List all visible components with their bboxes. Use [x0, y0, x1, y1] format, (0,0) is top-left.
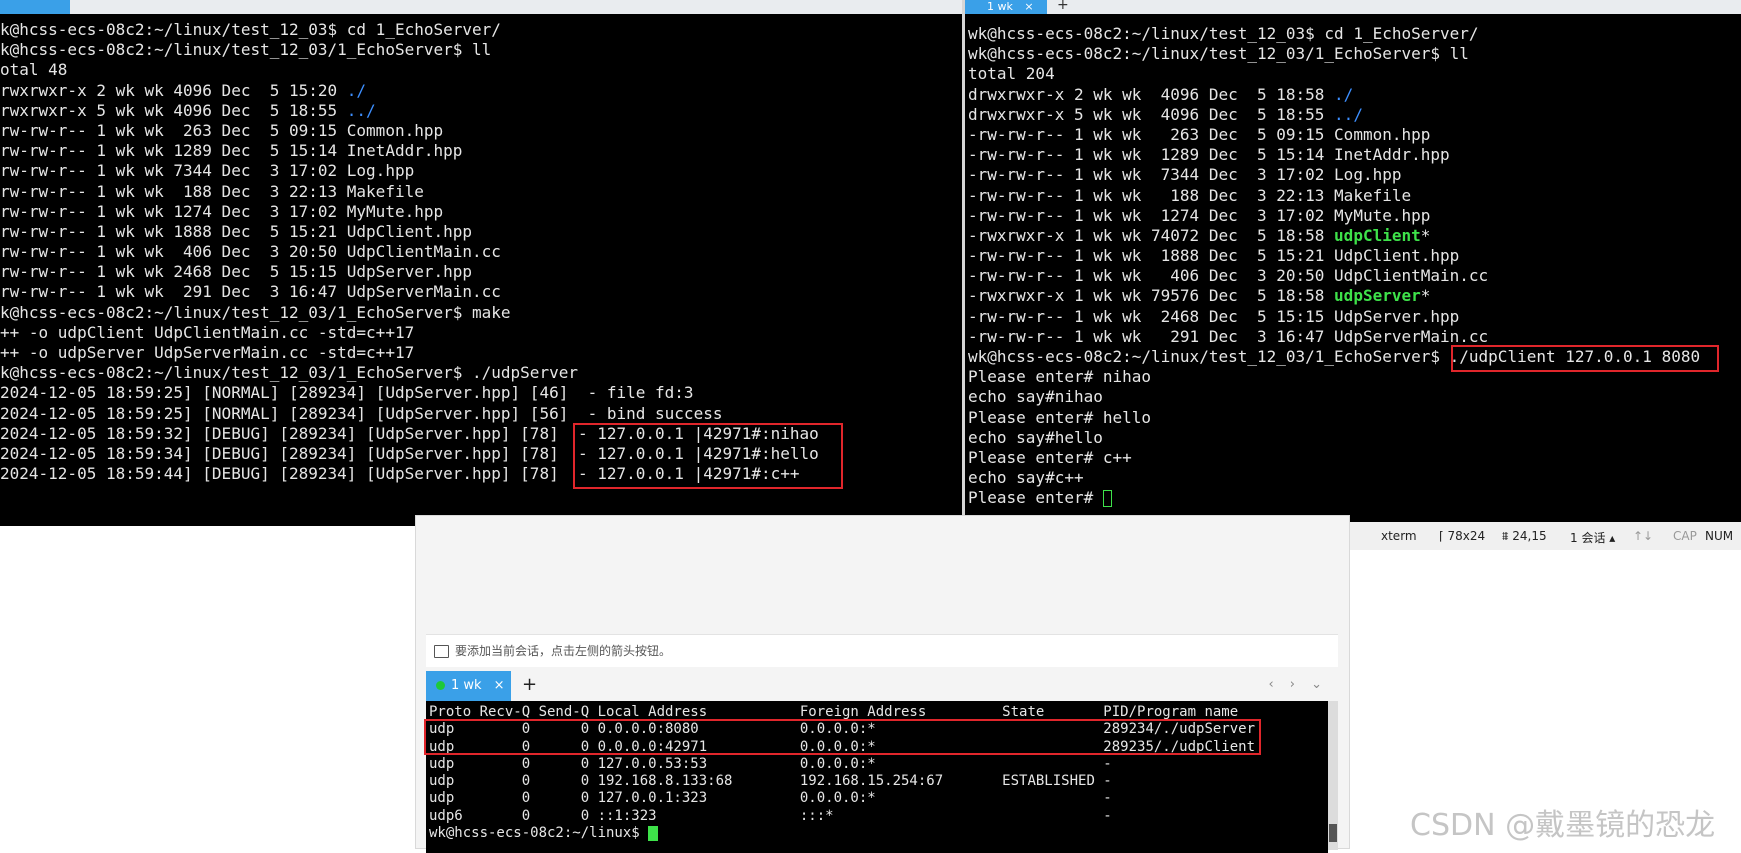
terminal-line: rw-rw-r-- 1 wk wk 1289 Dec 5 15:14 InetA… — [0, 141, 463, 161]
terminal-line: udp 0 0 127.0.0.1:323 0.0.0.0:* - — [429, 790, 1112, 807]
right-terminal[interactable]: wk@hcss-ecs-08c2:~/linux/test_12_03$ cd … — [965, 14, 1741, 530]
terminal-line: -rw-rw-r-- 1 wk wk 406 Dec 3 20:50 UdpCl… — [968, 266, 1489, 286]
terminal-line: echo say#nihao — [968, 387, 1103, 407]
close-icon[interactable]: × — [494, 678, 505, 693]
listing-prefix: rwxrwxr-x 2 wk wk 4096 Dec 5 15:20 — [0, 80, 347, 100]
status-term-type: xterm — [1381, 529, 1417, 543]
tab-nav-icons[interactable]: ‹ › ⌄ — [1268, 677, 1328, 692]
scroll-arrows-icon[interactable]: ↑↓ — [1633, 529, 1653, 543]
lower-tab-label: 1 wk — [451, 678, 482, 693]
prompt: wk@hcss-ecs-08c2:~/linux$ — [429, 825, 649, 842]
terminal-line: -rw-rw-r-- 1 wk wk 263 Dec 5 09:15 Commo… — [968, 124, 1431, 144]
dir-name: ../ — [1334, 104, 1363, 124]
listing-prefix: drwxrwxr-x 2 wk wk 4096 Dec 5 18:58 — [968, 84, 1335, 104]
server-received-highlight — [573, 423, 843, 489]
terminal-line: rw-rw-r-- 1 wk wk 263 Dec 5 09:15 Common… — [0, 120, 444, 140]
terminal-line: ++ -o udpClient UdpClientMain.cc -std=c+… — [0, 322, 415, 342]
terminal-line: k@hcss-ecs-08c2:~/linux/test_12_03/1_Ech… — [0, 40, 492, 60]
terminal-line: wk@hcss-ecs-08c2:~/linux$ — [426, 825, 1328, 842]
terminal-line: 2024-12-05 18:59:25] [NORMAL] [289234] [… — [0, 403, 723, 423]
client-command-highlight — [1451, 345, 1719, 372]
terminal-line: total 204 — [968, 64, 1055, 84]
hint-text: 要添加当前会话，点击左侧的箭头按钮。 — [455, 644, 672, 658]
terminal-line: udp 0 0 127.0.0.53:53 0.0.0.0:* - — [429, 755, 1112, 772]
terminal-line: rwxrwxr-x 2 wk wk 4096 Dec 5 15:20 ./ — [0, 81, 962, 101]
exec-suffix: * — [1420, 225, 1431, 245]
dir-name: ./ — [1334, 84, 1354, 104]
terminal-line: -rwxrwxr-x 1 wk wk 79576 Dec 5 18:58 udp… — [965, 286, 1741, 306]
listing-prefix: rwxrwxr-x 5 wk wk 4096 Dec 5 18:55 — [0, 100, 347, 120]
terminal-line: -rwxrwxr-x 1 wk wk 74072 Dec 5 18:58 udp… — [965, 226, 1741, 246]
terminal-line: -rw-rw-r-- 1 wk wk 1289 Dec 5 15:14 Inet… — [968, 145, 1450, 165]
prompt: wk@hcss-ecs-08c2:~/linux/test_12_03/1_Ec… — [968, 347, 1450, 366]
blank-area — [416, 516, 1349, 626]
lower-session-tab[interactable]: 1 wk × — [426, 671, 511, 701]
terminal-line: rw-rw-r-- 1 wk wk 291 Dec 3 16:47 UdpSer… — [0, 282, 501, 302]
terminal-line: drwxrwxr-x 5 wk wk 4096 Dec 5 18:55 ../ — [965, 105, 1741, 125]
terminal-line: udp 0 0 192.168.8.133:68 192.168.15.254:… — [429, 773, 1112, 790]
terminal-line: k@hcss-ecs-08c2:~/linux/test_12_03$ cd 1… — [0, 20, 501, 39]
scrollbar-thumb[interactable] — [1329, 824, 1337, 842]
right-session-tab-label: 1 wk — [987, 0, 1013, 13]
right-session-tab[interactable]: 1 wk × — [965, 0, 1047, 14]
listing-prefix: -rwxrwxr-x 1 wk wk 74072 Dec 5 18:58 — [968, 225, 1335, 245]
left-window-tabstrip — [0, 0, 962, 14]
lower-tabstrip: 1 wk × + ‹ › ⌄ — [426, 671, 1338, 701]
terminal-line: k@hcss-ecs-08c2:~/linux/test_12_03/1_Ech… — [0, 302, 511, 322]
session-hint-bar: 要添加当前会话，点击左侧的箭头按钮。 — [426, 634, 1338, 667]
terminal-line: -rw-rw-r-- 1 wk wk 291 Dec 3 16:47 UdpSe… — [968, 326, 1489, 346]
terminal-line: drwxrwxr-x 2 wk wk 4096 Dec 5 18:58 ./ — [965, 85, 1741, 105]
terminal-line: udp6 0 0 ::1:323 :::* - — [429, 807, 1112, 824]
terminal-line: wk@hcss-ecs-08c2:~/linux/test_12_03$ cd … — [968, 24, 1479, 43]
left-session-tab[interactable] — [0, 0, 70, 14]
prompt: Please enter# — [968, 488, 1103, 508]
terminal-line: 2024-12-05 18:59:25] [NORMAL] [289234] [… — [0, 383, 694, 403]
lower-terminal-window: 要添加当前会话，点击左侧的箭头按钮。 1 wk × + ‹ › ⌄ Proto R… — [415, 515, 1350, 853]
close-icon[interactable]: × — [1024, 0, 1033, 13]
exec-suffix: * — [1420, 286, 1431, 306]
terminal-line: -rw-rw-r-- 1 wk wk 2468 Dec 5 15:15 UdpS… — [968, 306, 1460, 326]
terminal-line: k@hcss-ecs-08c2:~/linux/test_12_03/1_Ech… — [0, 363, 578, 383]
terminal-line: rw-rw-r-- 1 wk wk 1888 Dec 5 15:21 UdpCl… — [0, 221, 473, 241]
terminal-line: otal 48 — [0, 60, 68, 80]
terminal-line: echo say#c++ — [968, 468, 1084, 488]
status-cursor-pos: ⩩ 24,15 — [1502, 529, 1547, 543]
status-caps: CAP — [1673, 529, 1697, 543]
new-tab-plus-icon[interactable]: + — [1057, 0, 1069, 13]
terminal-line: rw-rw-r-- 1 wk wk 406 Dec 3 20:50 UdpCli… — [0, 242, 501, 262]
listing-prefix: drwxrwxr-x 5 wk wk 4096 Dec 5 18:55 — [968, 104, 1335, 124]
status-sessions[interactable]: 1 会话 ▴ — [1570, 529, 1615, 546]
right-window-tabstrip: 1 wk × + — [965, 0, 1741, 14]
terminal-line: rw-rw-r-- 1 wk wk 1274 Dec 3 17:02 MyMut… — [0, 201, 444, 221]
terminal-line: Please enter# c++ — [968, 447, 1132, 467]
terminal-line: -rw-rw-r-- 1 wk wk 188 Dec 3 22:13 Makef… — [968, 185, 1412, 205]
terminal-cursor — [1102, 490, 1112, 508]
terminal-line: rw-rw-r-- 1 wk wk 7344 Dec 3 17:02 Log.h… — [0, 161, 415, 181]
terminal-line: Please enter# — [965, 488, 1741, 508]
dir-name: ../ — [346, 100, 376, 120]
listing-prefix: -rwxrwxr-x 1 wk wk 79576 Dec 5 18:58 — [968, 286, 1335, 306]
exec-name: udpClient — [1334, 225, 1421, 245]
status-size: ⌈ 78x24 — [1439, 529, 1486, 543]
terminal-line: -rw-rw-r-- 1 wk wk 7344 Dec 3 17:02 Log.… — [968, 165, 1402, 185]
terminal-line: ++ -o udpServer UdpServerMain.cc -std=c+… — [0, 343, 415, 362]
terminal-line: echo say#hello — [968, 427, 1103, 447]
terminal-line: Please enter# hello — [968, 407, 1152, 427]
terminal-line: wk@hcss-ecs-08c2:~/linux/test_12_03/1_Ec… — [968, 44, 1469, 64]
connected-dot-icon — [436, 681, 445, 690]
scrollbar[interactable] — [1328, 701, 1338, 850]
watermark: CSDN @戴墨镜的恐龙 — [1410, 808, 1716, 843]
new-tab-plus-icon[interactable]: + — [522, 674, 537, 695]
terminal-line: -rw-rw-r-- 1 wk wk 1888 Dec 5 15:21 UdpC… — [968, 246, 1460, 266]
status-num: NUM — [1705, 529, 1734, 543]
terminal-line: -rw-rw-r-- 1 wk wk 1274 Dec 3 17:02 MyMu… — [968, 205, 1431, 225]
terminal-line: rw-rw-r-- 1 wk wk 2468 Dec 5 15:15 UdpSe… — [0, 262, 473, 282]
dir-name: ./ — [346, 80, 367, 100]
terminal-line: rw-rw-r-- 1 wk wk 188 Dec 3 22:13 Makefi… — [0, 181, 424, 201]
session-manager-icon[interactable] — [434, 645, 449, 658]
terminal-line: rwxrwxr-x 5 wk wk 4096 Dec 5 18:55 ../ — [0, 101, 962, 121]
exec-name: udpServer — [1334, 286, 1421, 306]
terminal-cursor — [648, 825, 659, 841]
netstat-highlight — [424, 719, 1261, 755]
